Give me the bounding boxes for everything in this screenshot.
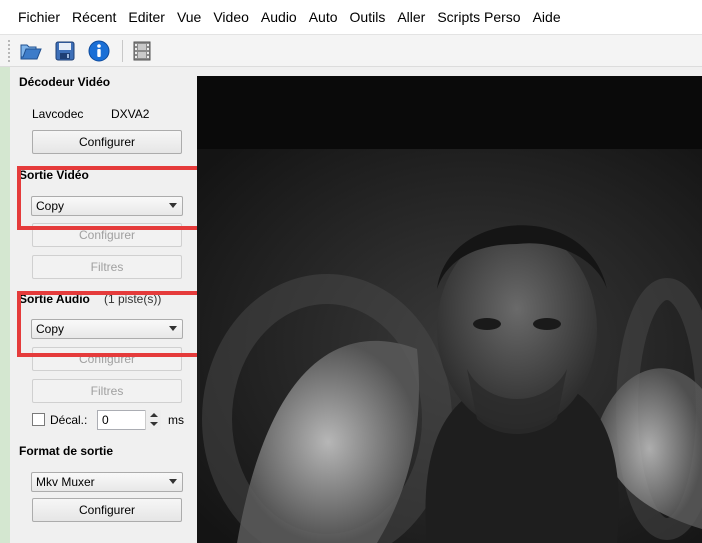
menu-auto[interactable]: Auto — [303, 0, 344, 35]
video-output-title: Sortie Vidéo — [19, 168, 89, 182]
menu-video[interactable]: Video — [207, 0, 255, 35]
video-frame-image — [197, 149, 702, 543]
menu-audio[interactable]: Audio — [255, 0, 303, 35]
menu-aller[interactable]: Aller — [391, 0, 431, 35]
film-icon[interactable] — [129, 38, 155, 64]
toolbar — [0, 35, 702, 67]
toolbar-grip[interactable] — [8, 39, 12, 62]
audio-shift-unit: ms — [168, 413, 184, 427]
video-output-selected: Copy — [36, 199, 65, 213]
video-output-configure-button[interactable]: Configurer — [32, 223, 182, 247]
panel-edge-strip — [0, 67, 10, 543]
video-output-select[interactable]: Copy — [31, 196, 183, 216]
menu-bar: Fichier Récent Editer Vue Video Audio Au… — [0, 0, 702, 35]
toolbar-separator — [122, 39, 123, 62]
menu-outils[interactable]: Outils — [344, 0, 392, 35]
audio-shift-label: Décal.: — [50, 413, 88, 427]
chevron-down-icon — [169, 326, 177, 331]
menu-vue[interactable]: Vue — [171, 0, 207, 35]
chevron-down-icon — [169, 203, 177, 208]
audio-output-title: Sortie Audio — [19, 292, 90, 306]
output-format-configure-button[interactable]: Configurer — [32, 498, 182, 522]
video-decoder-title: Décodeur Vidéo — [19, 75, 111, 89]
menu-scripts-perso[interactable]: Scripts Perso — [431, 0, 526, 35]
stepper-down-icon[interactable] — [150, 422, 158, 426]
video-filters-button[interactable]: Filtres — [32, 255, 182, 279]
video-preview — [197, 76, 702, 543]
audio-shift-checkbox[interactable] — [32, 413, 45, 426]
output-format-select[interactable]: Mkv Muxer — [31, 472, 183, 492]
menu-aide[interactable]: Aide — [527, 0, 567, 35]
audio-shift-stepper[interactable] — [145, 410, 161, 430]
menu-recent[interactable]: Récent — [66, 0, 122, 35]
menu-editer[interactable]: Editer — [122, 0, 171, 35]
open-folder-icon[interactable] — [18, 38, 44, 64]
info-icon[interactable] — [86, 38, 112, 64]
audio-output-select[interactable]: Copy — [31, 319, 183, 339]
save-floppy-icon[interactable] — [52, 38, 78, 64]
output-format-title: Format de sortie — [19, 444, 114, 458]
audio-filters-button[interactable]: Filtres — [32, 379, 182, 403]
lavcodec-label: Lavcodec — [32, 107, 84, 121]
audio-track-count: (1 piste(s)) — [104, 292, 162, 306]
dxva-label: DXVA2 — [111, 107, 150, 121]
audio-output-configure-button[interactable]: Configurer — [32, 347, 182, 371]
output-format-selected: Mkv Muxer — [36, 475, 95, 489]
audio-output-selected: Copy — [36, 322, 65, 336]
video-decoder-configure-button[interactable]: Configurer — [32, 130, 182, 154]
menu-fichier[interactable]: Fichier — [12, 0, 66, 35]
chevron-down-icon — [169, 479, 177, 484]
stepper-up-icon[interactable] — [150, 413, 158, 417]
